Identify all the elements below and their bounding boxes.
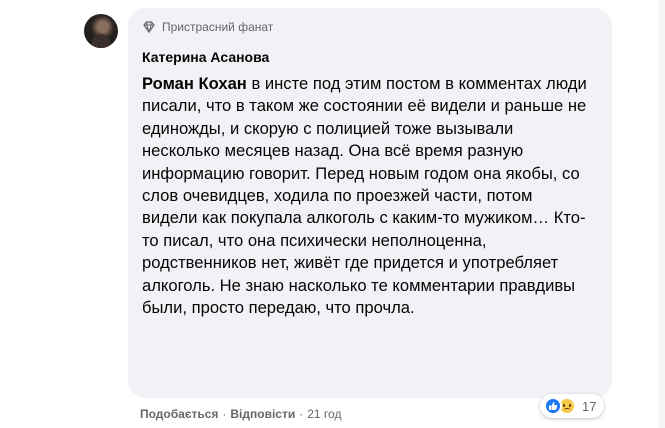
diamond-icon xyxy=(142,20,156,34)
comment-actions: Подобається · Відповісти · 21 год xyxy=(140,407,341,421)
scrollbar[interactable] xyxy=(658,0,665,428)
badge-label: Пристрасний фанат xyxy=(162,20,274,34)
separator: · xyxy=(222,407,227,421)
fan-badge[interactable]: Пристрасний фанат xyxy=(142,18,600,36)
avatar[interactable] xyxy=(84,14,118,48)
reply-button[interactable]: Відповісти xyxy=(230,407,295,421)
like-button[interactable]: Подобається xyxy=(140,407,218,421)
comment-bubble: Пристрасний фанат Катерина Асанова Роман… xyxy=(128,8,612,398)
mention-link[interactable]: Роман Кохан xyxy=(142,74,247,93)
author-name[interactable]: Катерина Асанова xyxy=(142,49,600,65)
separator: · xyxy=(299,407,304,421)
like-icon xyxy=(544,397,562,415)
reaction-count: 17 xyxy=(582,398,597,414)
comment-view: Пристрасний фанат Катерина Асанова Роман… xyxy=(0,0,665,428)
comment-text: Роман Кохан в инсте под этим постом в ко… xyxy=(142,73,592,319)
comment-body: в инсте под этим постом в комментах люди… xyxy=(142,74,587,318)
timestamp[interactable]: 21 год xyxy=(307,407,341,421)
reactions-summary[interactable]: 17 xyxy=(540,394,605,418)
